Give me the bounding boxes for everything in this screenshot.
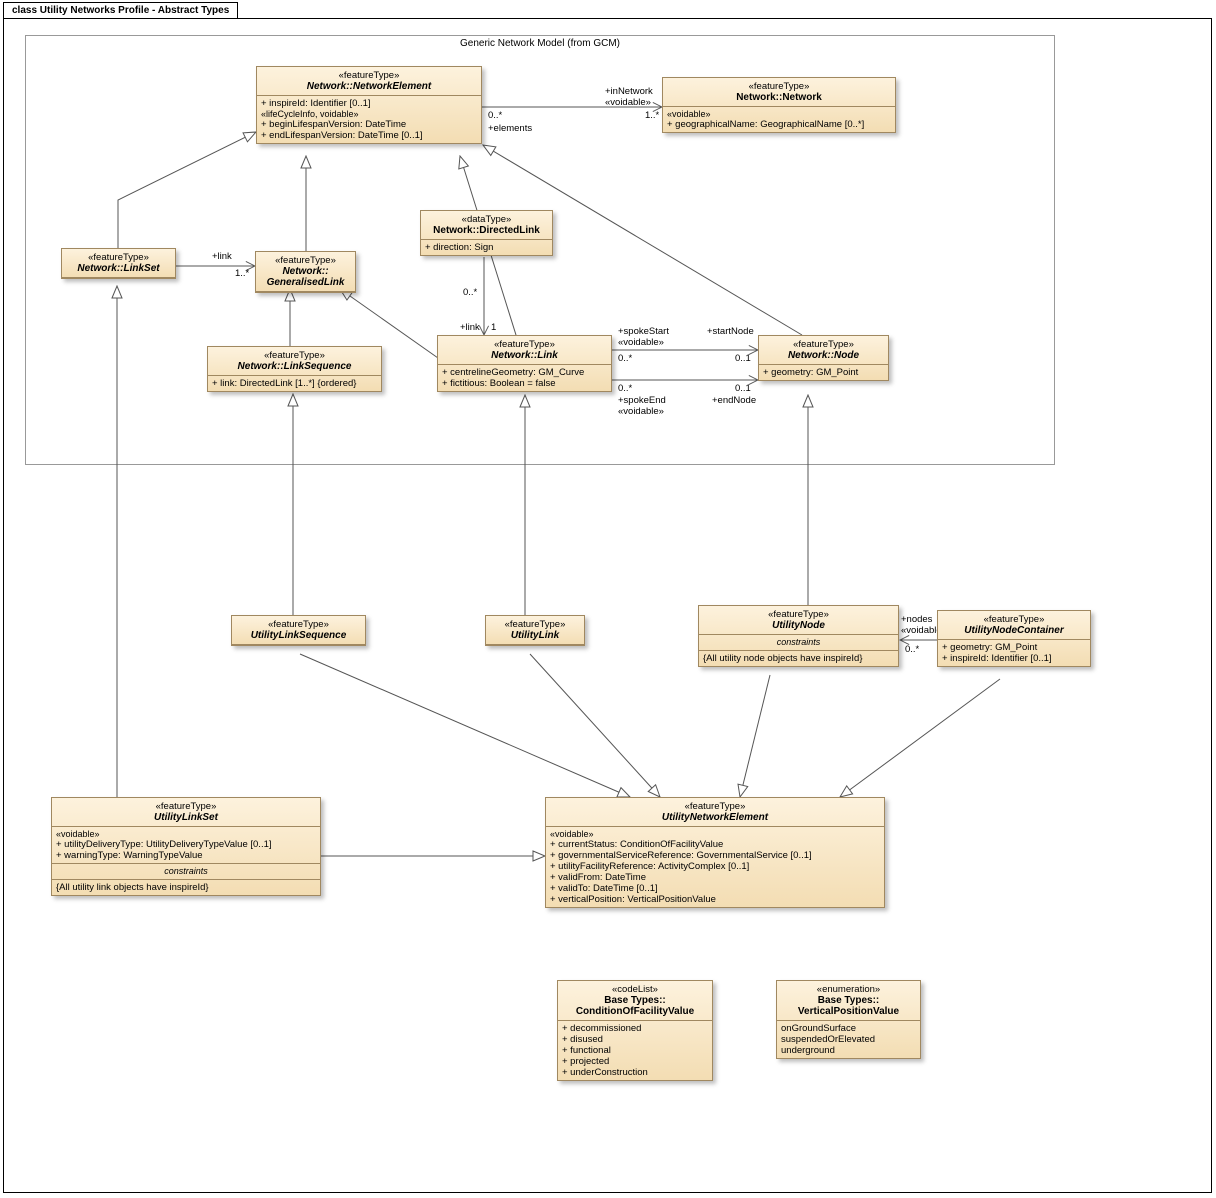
class-node: «featureType»Network::Node + geometry: G…: [758, 335, 889, 381]
lbl-voidable-3: «voidable»: [618, 406, 664, 417]
class-network: «featureType»Network::Network «voidable»…: [662, 77, 896, 133]
diagram-title-tab: class Utility Networks Profile - Abstrac…: [3, 2, 238, 19]
lbl-m01-2: 0..1: [735, 383, 751, 394]
lbl-m1s-1: 1..*: [645, 110, 659, 121]
lbl-m0s-4: 0..*: [618, 383, 632, 394]
diagram-title: class Utility Networks Profile - Abstrac…: [12, 5, 229, 16]
class-utility-node-container: «featureType»UtilityNodeContainer + geom…: [937, 610, 1091, 667]
lbl-m01-1: 0..1: [735, 353, 751, 364]
lbl-m1s-2: 1..*: [235, 268, 249, 279]
package-title: Generic Network Model (from GCM): [26, 36, 1054, 51]
class-linksequence: «featureType»Network::LinkSequence + lin…: [207, 346, 382, 392]
class-utility-link-set: «featureType»UtilityLinkSet «voidable» +…: [51, 797, 321, 896]
lbl-inNetwork: +inNetwork: [605, 86, 653, 97]
class-vertical-position: «enumeration»Base Types:: VerticalPositi…: [776, 980, 921, 1059]
lbl-plink-1: +link: [212, 251, 232, 262]
class-utility-node: «featureType»UtilityNode constraints {Al…: [698, 605, 899, 667]
lbl-voidable-1: «voidable»: [605, 97, 651, 108]
class-utility-link: «featureType»UtilityLink: [485, 615, 585, 646]
class-generalisedlink: «featureType»Network:: GeneralisedLink: [255, 251, 356, 293]
lbl-m0s-5: 0..*: [905, 644, 919, 655]
lbl-startNode: +startNode: [707, 326, 754, 337]
lbl-voidable-2: «voidable»: [618, 337, 664, 348]
class-directedlink: «dataType»Network::DirectedLink + direct…: [420, 210, 553, 256]
lbl-m0s-2: 0..*: [463, 287, 477, 298]
class-utility-network-element: «featureType»UtilityNetworkElement «void…: [545, 797, 885, 908]
class-condition-of-facility: «codeList»Base Types:: ConditionOfFacili…: [557, 980, 713, 1081]
lbl-nodes: +nodes: [901, 614, 932, 625]
lbl-m0s-3: 0..*: [618, 353, 632, 364]
class-linkset: «featureType»Network::LinkSet: [61, 248, 176, 279]
lbl-plink-2: +link: [460, 322, 480, 333]
lbl-elements: +elements: [488, 123, 532, 134]
class-utility-link-sequence: «featureType»UtilityLinkSequence: [231, 615, 366, 646]
diagram-canvas: class Utility Networks Profile - Abstrac…: [0, 0, 1216, 1198]
lbl-spokeEnd: +spokeEnd: [618, 395, 666, 406]
lbl-endNode: +endNode: [712, 395, 756, 406]
lbl-m0s-1: 0..*: [488, 110, 502, 121]
class-link: «featureType»Network::Link + centrelineG…: [437, 335, 612, 392]
lbl-one: 1: [491, 322, 496, 333]
class-network-element: «featureType»Network::NetworkElement + i…: [256, 66, 482, 144]
lbl-spokeStart: +spokeStart: [618, 326, 669, 337]
